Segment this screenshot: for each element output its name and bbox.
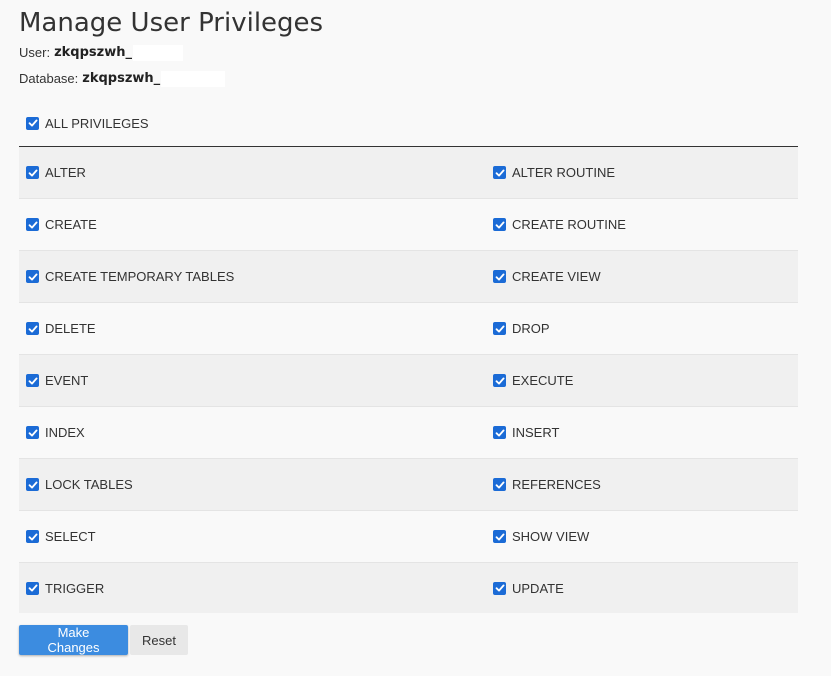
checkmark-icon[interactable] <box>26 166 39 179</box>
privilege-row: SELECT SHOW VIEW <box>19 511 798 563</box>
privilege-label: DROP <box>512 321 550 336</box>
privilege-row: DELETE DROP <box>19 303 798 355</box>
privilege-label: SHOW VIEW <box>512 529 590 544</box>
privilege-row: INDEX INSERT <box>19 407 798 459</box>
privilege-row: EVENT EXECUTE <box>19 355 798 407</box>
privilege-checkbox[interactable]: INSERT <box>486 425 798 440</box>
user-line: User: zkqpszwh_ <box>19 44 831 62</box>
privilege-label: DELETE <box>45 321 96 336</box>
privilege-checkbox[interactable]: LOCK TABLES <box>19 477 486 492</box>
privilege-checkbox[interactable]: SELECT <box>19 529 486 544</box>
privilege-checkbox[interactable]: CREATE <box>19 217 486 232</box>
checkmark-icon[interactable] <box>26 530 39 543</box>
privilege-label: ALTER <box>45 165 86 180</box>
privilege-label: SELECT <box>45 529 96 544</box>
privilege-label: EXECUTE <box>512 373 574 388</box>
privilege-label: ALTER ROUTINE <box>512 165 616 180</box>
privilege-row: ALTER ALTER ROUTINE <box>19 147 798 199</box>
checkmark-icon[interactable] <box>493 218 506 231</box>
checkmark-icon[interactable] <box>493 322 506 335</box>
checkmark-icon[interactable] <box>26 426 39 439</box>
redacted-block <box>161 71 226 87</box>
privilege-label: CREATE <box>45 217 97 232</box>
privilege-row: CREATE CREATE ROUTINE <box>19 199 798 251</box>
checkmark-icon[interactable] <box>26 374 39 387</box>
privileges-table: ALTER ALTER ROUTINE CREATE CREATE ROUTINE CR… <box>19 146 798 613</box>
checkmark-icon[interactable] <box>493 530 506 543</box>
privilege-label: INSERT <box>512 425 560 440</box>
privilege-label: REFERENCES <box>512 477 601 492</box>
privilege-label: CREATE VIEW <box>512 269 601 284</box>
checkmark-icon[interactable] <box>26 116 39 130</box>
all-privileges-checkbox[interactable]: ALL PRIVILEGES <box>19 110 831 136</box>
privilege-label: LOCK TABLES <box>45 477 133 492</box>
checkmark-icon[interactable] <box>493 270 506 283</box>
privilege-label: CREATE ROUTINE <box>512 217 626 232</box>
privilege-checkbox[interactable]: TRIGGER <box>19 581 486 596</box>
all-privileges-label: ALL PRIVILEGES <box>45 115 149 131</box>
checkmark-icon[interactable] <box>26 218 39 231</box>
privilege-label: EVENT <box>45 373 89 388</box>
database-value: zkqpszwh_ <box>82 71 161 86</box>
checkmark-icon[interactable] <box>26 478 39 491</box>
privilege-row: LOCK TABLES REFERENCES <box>19 459 798 511</box>
reset-button[interactable]: Reset <box>130 625 188 655</box>
make-changes-button[interactable]: Make Changes <box>19 625 128 655</box>
privilege-checkbox[interactable]: DELETE <box>19 321 486 336</box>
checkmark-icon[interactable] <box>493 426 506 439</box>
privilege-label: UPDATE <box>512 580 564 596</box>
privilege-checkbox[interactable]: REFERENCES <box>486 477 798 492</box>
privilege-label: TRIGGER <box>45 580 105 596</box>
user-label: User: <box>19 45 51 60</box>
checkmark-icon[interactable] <box>26 322 39 335</box>
privilege-row: CREATE TEMPORARY TABLES CREATE VIEW <box>19 251 798 303</box>
privilege-checkbox[interactable]: INDEX <box>19 425 486 440</box>
privilege-checkbox[interactable]: CREATE ROUTINE <box>486 217 798 232</box>
privilege-checkbox[interactable]: UPDATE <box>486 581 798 596</box>
checkmark-icon[interactable] <box>493 478 506 491</box>
privilege-label: INDEX <box>45 425 85 440</box>
page-title: Manage User Privileges <box>19 8 324 38</box>
checkmark-icon[interactable] <box>26 270 39 283</box>
privilege-checkbox[interactable]: CREATE VIEW <box>486 269 798 284</box>
checkmark-icon[interactable] <box>26 581 39 595</box>
privilege-checkbox[interactable]: EXECUTE <box>486 373 798 388</box>
checkmark-icon[interactable] <box>493 374 506 387</box>
checkmark-icon[interactable] <box>493 166 506 179</box>
privilege-checkbox[interactable]: ALTER ROUTINE <box>486 165 798 180</box>
privilege-checkbox[interactable]: ALTER <box>19 165 486 180</box>
database-label: Database: <box>19 71 79 86</box>
privilege-checkbox[interactable]: CREATE TEMPORARY TABLES <box>19 269 486 284</box>
form-buttons: Make Changes Reset <box>19 625 188 655</box>
redacted-block <box>132 45 183 61</box>
privilege-checkbox[interactable]: EVENT <box>19 373 486 388</box>
database-line: Database: zkqpszwh_ <box>19 70 831 88</box>
privilege-label: CREATE TEMPORARY TABLES <box>45 269 235 284</box>
user-value: zkqpszwh_ <box>54 45 132 60</box>
checkmark-icon[interactable] <box>493 581 506 595</box>
privilege-checkbox[interactable]: DROP <box>486 321 798 336</box>
privilege-row: TRIGGER UPDATE <box>19 563 798 613</box>
privilege-checkbox[interactable]: SHOW VIEW <box>486 529 798 544</box>
